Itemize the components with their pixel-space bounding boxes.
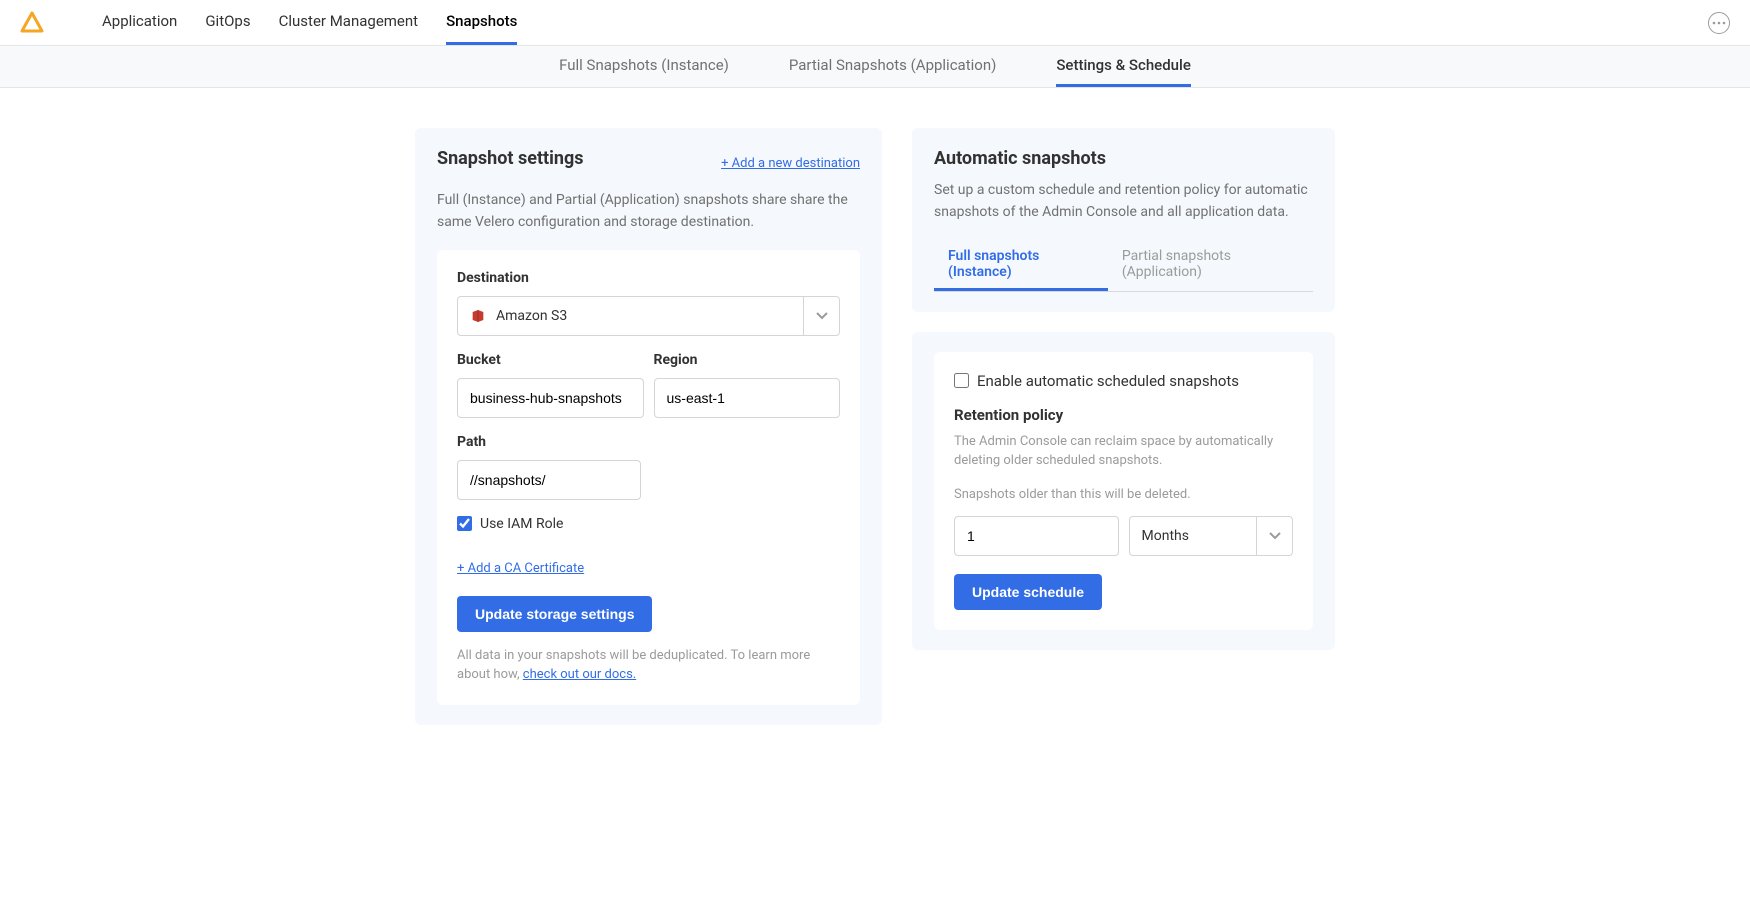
chevron-down-icon: [803, 297, 839, 335]
app-logo-icon: [20, 11, 44, 35]
docs-link[interactable]: check out our docs.: [523, 667, 636, 682]
nav-application[interactable]: Application: [102, 0, 177, 45]
snapshot-type-tabs: Full snapshots (Instance) Partial snapsh…: [934, 240, 1313, 292]
path-label: Path: [457, 434, 641, 450]
destination-select[interactable]: Amazon S3: [457, 296, 840, 336]
schedule-card: Enable automatic scheduled snapshots Ret…: [934, 352, 1313, 631]
snapshot-settings-title: Snapshot settings: [437, 148, 584, 169]
retention-policy-note: Snapshots older than this will be delete…: [954, 485, 1293, 505]
add-destination-link[interactable]: + Add a new destination: [721, 156, 860, 171]
sub-nav: Full Snapshots (Instance) Partial Snapsh…: [0, 46, 1750, 88]
retention-value-input[interactable]: [954, 516, 1119, 556]
subnav-partial-snapshots[interactable]: Partial Snapshots (Application): [789, 46, 996, 87]
main-content: Snapshot settings + Add a new destinatio…: [395, 88, 1355, 765]
amazon-s3-icon: [470, 308, 486, 324]
nav-snapshots[interactable]: Snapshots: [446, 0, 517, 45]
retention-unit-select[interactable]: Months: [1129, 516, 1294, 556]
storage-footnote: All data in your snapshots will be dedup…: [457, 646, 840, 685]
destination-value: Amazon S3: [496, 308, 567, 324]
destination-card: Destination Amazon S3 Bucket Region: [437, 250, 860, 705]
retention-policy-title: Retention policy: [954, 406, 1293, 424]
retention-policy-description: The Admin Console can reclaim space by a…: [954, 432, 1293, 471]
retention-unit-value: Months: [1142, 528, 1189, 544]
use-iam-role-label: Use IAM Role: [480, 516, 563, 532]
snapshot-settings-panel: Snapshot settings + Add a new destinatio…: [415, 128, 882, 725]
nav-cluster-management[interactable]: Cluster Management: [279, 0, 418, 45]
add-ca-certificate-link[interactable]: + Add a CA Certificate: [457, 561, 584, 576]
enable-auto-snapshots-checkbox[interactable]: [954, 373, 969, 388]
use-iam-role-checkbox[interactable]: [457, 516, 472, 531]
update-schedule-button[interactable]: Update schedule: [954, 574, 1102, 610]
path-input[interactable]: [457, 460, 641, 500]
subnav-settings-schedule[interactable]: Settings & Schedule: [1056, 46, 1191, 87]
more-menu-button[interactable]: [1708, 12, 1730, 34]
automatic-snapshots-description: Set up a custom schedule and retention p…: [934, 179, 1313, 224]
top-nav-left: Application GitOps Cluster Management Sn…: [20, 0, 517, 45]
subnav-full-snapshots[interactable]: Full Snapshots (Instance): [559, 46, 729, 87]
bucket-input[interactable]: [457, 378, 644, 418]
update-storage-settings-button[interactable]: Update storage settings: [457, 596, 652, 632]
chevron-down-icon: [1256, 517, 1292, 555]
destination-label: Destination: [457, 270, 840, 286]
schedule-panel: Enable automatic scheduled snapshots Ret…: [912, 332, 1335, 651]
bucket-label: Bucket: [457, 352, 644, 368]
nav-gitops[interactable]: GitOps: [205, 0, 250, 45]
top-nav: Application GitOps Cluster Management Sn…: [0, 0, 1750, 46]
tab-full-snapshots[interactable]: Full snapshots (Instance): [934, 240, 1108, 291]
tab-partial-snapshots[interactable]: Partial snapshots (Application): [1108, 240, 1313, 291]
more-icon: [1712, 21, 1726, 25]
automatic-snapshots-title: Automatic snapshots: [934, 148, 1313, 169]
automatic-snapshots-panel: Automatic snapshots Set up a custom sche…: [912, 128, 1335, 312]
snapshot-settings-description: Full (Instance) and Partial (Application…: [437, 189, 860, 234]
region-input[interactable]: [654, 378, 841, 418]
region-label: Region: [654, 352, 841, 368]
enable-auto-snapshots-label: Enable automatic scheduled snapshots: [977, 372, 1239, 390]
